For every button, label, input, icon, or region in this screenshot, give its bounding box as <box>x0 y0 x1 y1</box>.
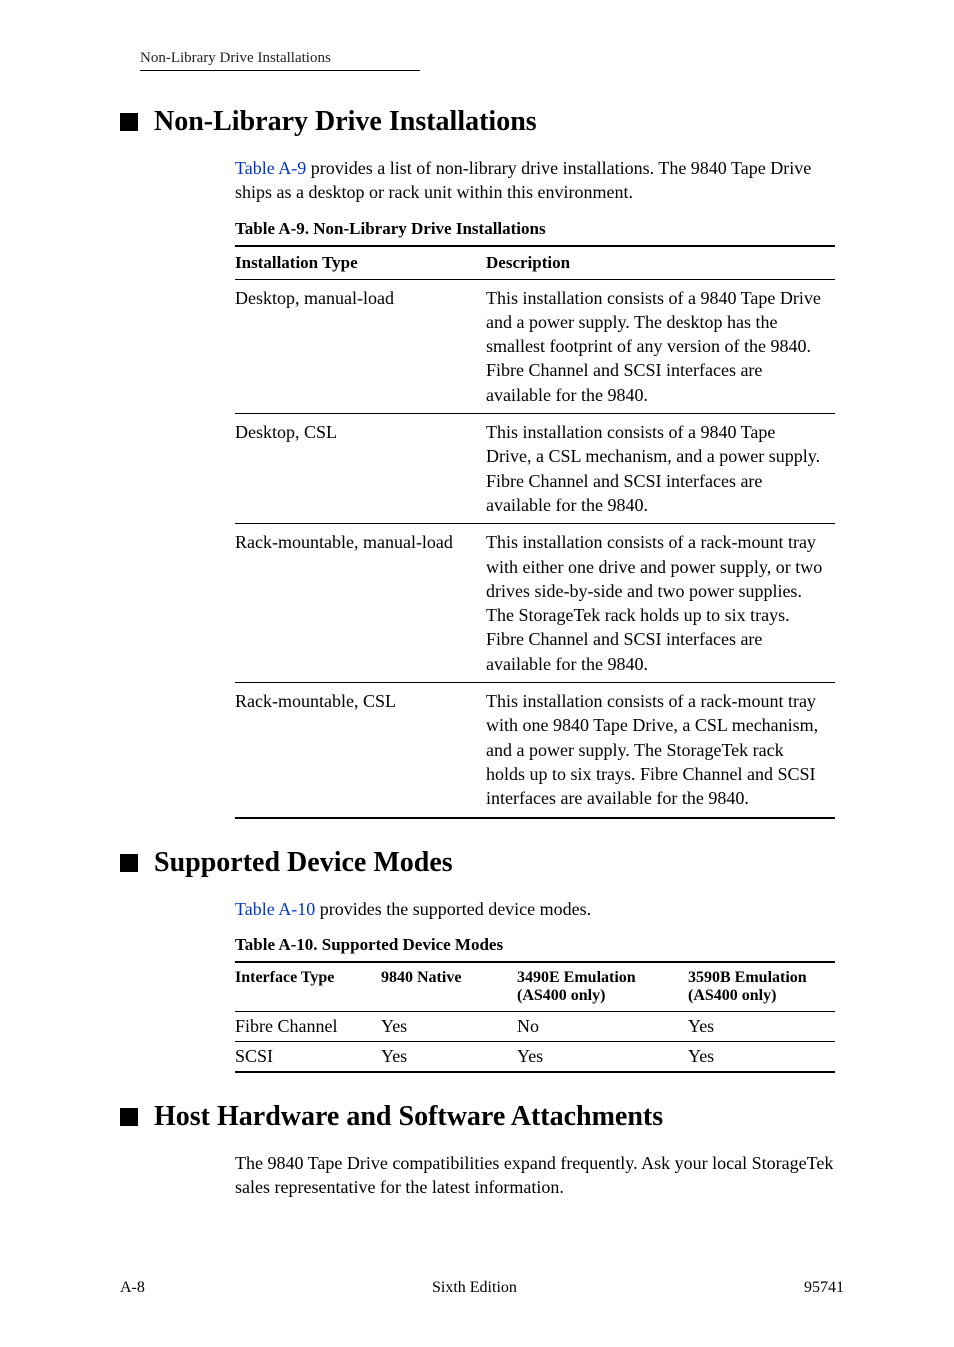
cell: Yes <box>381 1011 517 1041</box>
bullet-square-icon <box>120 113 138 131</box>
table-caption-a10: Table A-10. Supported Device Modes <box>235 935 844 955</box>
heading-host-hardware: Host Hardware and Software Attachments <box>120 1101 844 1133</box>
table-row: Rack-mountable, CSL This installation co… <box>235 683 835 818</box>
cell: Fibre Channel <box>235 1011 381 1041</box>
intro-paragraph-1: Table A-9 provides a list of non-library… <box>235 156 844 205</box>
running-header: Non-Library Drive Installations <box>140 50 844 71</box>
cell-type: Desktop, manual-load <box>235 279 486 413</box>
section-supported-modes: Supported Device Modes Table A-10 provid… <box>120 847 844 1073</box>
col-header-3490e: 3490E Emulation (AS400 only) <box>517 962 688 1012</box>
table-a9: Installation Type Description Desktop, m… <box>235 245 835 819</box>
footer-left: A-8 <box>120 1279 145 1297</box>
table-caption-a9: Table A-9. Non-Library Drive Installatio… <box>235 219 844 239</box>
page-footer: A-8 Sixth Edition 95741 <box>120 1279 844 1297</box>
col-header-desc: Description <box>486 246 835 280</box>
cell: Yes <box>517 1041 688 1072</box>
bullet-square-icon <box>120 1108 138 1126</box>
section-host-hardware: Host Hardware and Software Attachments T… <box>120 1101 844 1200</box>
table-row: Fibre Channel Yes No Yes <box>235 1011 835 1041</box>
cell: Yes <box>688 1041 835 1072</box>
intro-paragraph-2: Table A-10 provides the supported device… <box>235 897 844 921</box>
col-header-native: 9840 Native <box>381 962 517 1012</box>
cell-desc: This installation consists of a 9840 Tap… <box>486 414 835 524</box>
cell-type: Rack-mountable, manual-load <box>235 524 486 683</box>
intro-text: provides a list of non-library drive ins… <box>235 158 811 202</box>
col-header-3590b: 3590B Emulation (AS400 only) <box>688 962 835 1012</box>
table-row: Desktop, CSL This installation consists … <box>235 414 835 524</box>
heading-non-library: Non-Library Drive Installations <box>120 106 844 138</box>
section-non-library: Non-Library Drive Installations Table A-… <box>120 106 844 819</box>
intro-text: provides the supported device modes. <box>315 899 591 919</box>
bullet-square-icon <box>120 854 138 872</box>
col-header-interface: Interface Type <box>235 962 381 1012</box>
heading-text: Non-Library Drive Installations <box>154 106 537 138</box>
body-paragraph-3: The 9840 Tape Drive compatibilities expa… <box>235 1151 844 1200</box>
heading-text: Supported Device Modes <box>154 847 453 879</box>
table-row: Rack-mountable, manual-load This install… <box>235 524 835 683</box>
cell: Yes <box>688 1011 835 1041</box>
heading-text: Host Hardware and Software Attachments <box>154 1101 663 1133</box>
table-a10: Interface Type 9840 Native 3490E Emulati… <box>235 961 835 1073</box>
table-row: Desktop, manual-load This installation c… <box>235 279 835 413</box>
table-ref-link[interactable]: Table A-9 <box>235 158 306 178</box>
cell-type: Desktop, CSL <box>235 414 486 524</box>
cell: SCSI <box>235 1041 381 1072</box>
cell-desc: This installation consists of a rack-mou… <box>486 524 835 683</box>
col-header-type: Installation Type <box>235 246 486 280</box>
cell-type: Rack-mountable, CSL <box>235 683 486 818</box>
heading-supported-modes: Supported Device Modes <box>120 847 844 879</box>
footer-right: 95741 <box>804 1279 844 1297</box>
footer-center: Sixth Edition <box>432 1279 517 1297</box>
cell-desc: This installation consists of a 9840 Tap… <box>486 279 835 413</box>
table-row: SCSI Yes Yes Yes <box>235 1041 835 1072</box>
table-ref-link[interactable]: Table A-10 <box>235 899 315 919</box>
cell-desc: This installation consists of a rack-mou… <box>486 683 835 818</box>
cell: Yes <box>381 1041 517 1072</box>
cell: No <box>517 1011 688 1041</box>
